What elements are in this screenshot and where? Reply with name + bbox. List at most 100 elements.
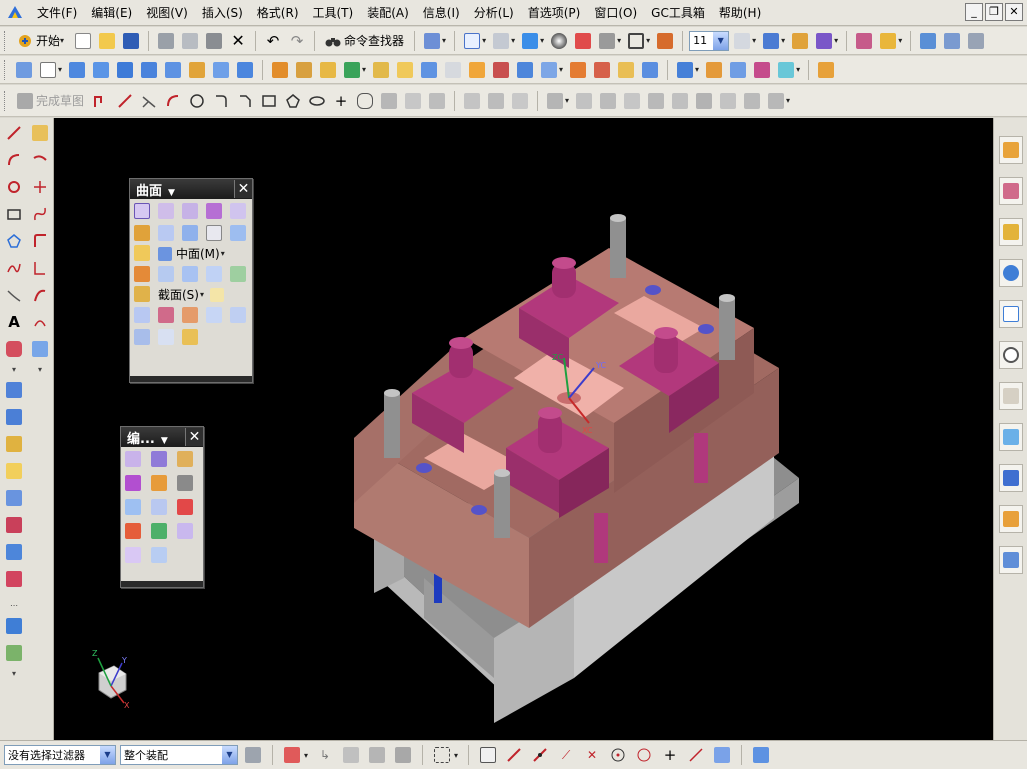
make-corner-icon[interactable] bbox=[426, 90, 448, 112]
chevron-down-icon[interactable]: ▾ bbox=[12, 669, 16, 678]
sheet-from-curves-icon[interactable] bbox=[158, 329, 174, 345]
combined-project-icon[interactable] bbox=[3, 568, 25, 590]
groove-icon[interactable] bbox=[234, 59, 256, 81]
point-sketch-icon[interactable]: + bbox=[330, 90, 352, 112]
chevron-down-icon[interactable]: ▾ bbox=[786, 96, 790, 105]
styled-sweep-icon[interactable] bbox=[158, 266, 174, 282]
graphics-viewport[interactable]: ZC YC XC X Y Z 曲面 ▼ ✕ 中面(M) ▾ 截面(S) ▾ 编.… bbox=[54, 118, 993, 740]
background-icon[interactable] bbox=[596, 30, 618, 52]
redo-icon[interactable]: ↷ bbox=[286, 30, 308, 52]
more-tools-icon[interactable] bbox=[815, 59, 837, 81]
shell-icon[interactable] bbox=[418, 59, 440, 81]
chevron-down-icon[interactable]: ▼ bbox=[713, 31, 729, 50]
section-button[interactable]: 截面(S) ▾ bbox=[158, 286, 248, 303]
cut-icon[interactable] bbox=[155, 30, 177, 52]
assembly-navigator-tab[interactable] bbox=[998, 136, 1023, 164]
menu-insert[interactable]: 插入(S) bbox=[195, 2, 250, 24]
change-edge-icon[interactable] bbox=[151, 523, 167, 539]
patch-icon[interactable] bbox=[639, 59, 661, 81]
surface-palette[interactable]: 曲面 ▼ ✕ 中面(M) ▾ 截面(S) ▾ bbox=[129, 178, 253, 383]
restore-button[interactable]: ❐ bbox=[985, 3, 1003, 21]
minimize-button[interactable]: _ bbox=[965, 3, 983, 21]
system-materials-tab[interactable] bbox=[998, 382, 1023, 410]
menu-file[interactable]: 文件(F) bbox=[30, 2, 84, 24]
arc-tool-icon[interactable] bbox=[3, 149, 25, 171]
chevron-down-icon[interactable]: ▾ bbox=[565, 96, 569, 105]
styled-corner-icon[interactable] bbox=[230, 307, 246, 323]
toolbar-grip[interactable] bbox=[4, 30, 8, 51]
undo-icon[interactable]: ↶ bbox=[262, 30, 284, 52]
delete-icon[interactable]: ✕ bbox=[227, 30, 249, 52]
reset-filter-icon[interactable] bbox=[242, 744, 264, 766]
chevron-down-icon[interactable]: ▾ bbox=[442, 36, 446, 45]
chevron-down-icon[interactable]: ▾ bbox=[482, 36, 486, 45]
select-features-icon[interactable] bbox=[281, 744, 303, 766]
quick-extend-icon[interactable] bbox=[402, 90, 424, 112]
corner-icon[interactable] bbox=[29, 230, 51, 252]
point-set-icon[interactable] bbox=[29, 122, 51, 144]
save-icon[interactable] bbox=[120, 30, 142, 52]
existing-point-icon[interactable]: + bbox=[659, 744, 681, 766]
project-curve-icon[interactable] bbox=[3, 406, 25, 428]
move-face-icon[interactable] bbox=[703, 59, 725, 81]
parallel-icon[interactable] bbox=[621, 90, 643, 112]
blend-icon[interactable] bbox=[370, 59, 392, 81]
end-point-icon[interactable] bbox=[503, 744, 525, 766]
mid-point-icon[interactable] bbox=[529, 744, 551, 766]
intersection-point-icon[interactable]: ✕ bbox=[581, 744, 603, 766]
copy-icon[interactable] bbox=[179, 30, 201, 52]
analysis-icon[interactable] bbox=[877, 30, 899, 52]
boss-icon[interactable] bbox=[138, 59, 160, 81]
toolbar-grip[interactable] bbox=[4, 59, 8, 80]
chevron-down-icon[interactable]: ▾ bbox=[781, 36, 785, 45]
menu-analysis[interactable]: 分析(L) bbox=[467, 2, 521, 24]
helix-tool-icon[interactable] bbox=[3, 284, 25, 306]
chamfer-icon[interactable] bbox=[394, 59, 416, 81]
draft-icon[interactable] bbox=[442, 59, 464, 81]
smooth-spline-icon[interactable] bbox=[29, 338, 51, 360]
control-point-icon[interactable]: ⟋ bbox=[555, 744, 577, 766]
rectangle-select-icon[interactable] bbox=[431, 744, 453, 766]
wrap-curve-icon[interactable] bbox=[3, 541, 25, 563]
process-studio-tab[interactable] bbox=[998, 464, 1023, 492]
edit-surface-palette[interactable]: 编... ▼ ✕ bbox=[120, 426, 204, 588]
enlarge-icon[interactable] bbox=[151, 475, 167, 491]
pad-icon[interactable] bbox=[186, 59, 208, 81]
fit-view-icon[interactable] bbox=[461, 30, 483, 52]
menu-tools[interactable]: 工具(T) bbox=[306, 2, 361, 24]
selection-arrow-icon[interactable]: ↳ bbox=[314, 744, 336, 766]
chevron-down-icon[interactable]: ▾ bbox=[38, 365, 42, 374]
point-icon[interactable] bbox=[789, 30, 811, 52]
command-finder-button[interactable]: 命令查找器 bbox=[321, 30, 408, 52]
orient-view-icon[interactable] bbox=[519, 30, 541, 52]
split-icon[interactable] bbox=[615, 59, 637, 81]
arc-center-icon[interactable] bbox=[607, 744, 629, 766]
divide-curve-icon[interactable] bbox=[29, 284, 51, 306]
change-degree-icon[interactable] bbox=[177, 499, 193, 515]
chevron-down-icon[interactable]: ▾ bbox=[540, 36, 544, 45]
spline-tool-icon[interactable] bbox=[3, 257, 25, 279]
web-browser-tab[interactable] bbox=[998, 300, 1023, 328]
paste-icon[interactable] bbox=[203, 30, 225, 52]
finish-sketch-button[interactable]: 完成草图 bbox=[13, 90, 88, 112]
snap-point-icon[interactable] bbox=[477, 744, 499, 766]
sheet-icon[interactable] bbox=[37, 59, 59, 81]
isoparametric-icon[interactable] bbox=[3, 514, 25, 536]
chevron-down-icon[interactable]: ▼ bbox=[100, 746, 115, 764]
grip-icon[interactable]: ⋯ bbox=[10, 601, 18, 610]
arc-icon[interactable] bbox=[162, 90, 184, 112]
start-button[interactable]: 开始 ▾ bbox=[13, 30, 70, 52]
menu-edit[interactable]: 编辑(E) bbox=[84, 2, 139, 24]
extension-icon[interactable] bbox=[158, 225, 174, 241]
menu-gc-toolkit[interactable]: GC工具箱 bbox=[644, 2, 712, 24]
transition-icon[interactable] bbox=[206, 266, 222, 282]
roles-tab[interactable] bbox=[998, 423, 1023, 451]
solid-body-icon[interactable] bbox=[750, 744, 772, 766]
delete-face-icon[interactable] bbox=[751, 59, 773, 81]
menu-format[interactable]: 格式(R) bbox=[250, 2, 306, 24]
offset-tool-icon[interactable] bbox=[3, 338, 25, 360]
section-extra-icon[interactable] bbox=[210, 287, 224, 302]
chevron-down-icon[interactable]: ▾ bbox=[646, 36, 650, 45]
chevron-down-icon[interactable]: ▾ bbox=[200, 290, 204, 299]
radius-icon[interactable] bbox=[717, 90, 739, 112]
